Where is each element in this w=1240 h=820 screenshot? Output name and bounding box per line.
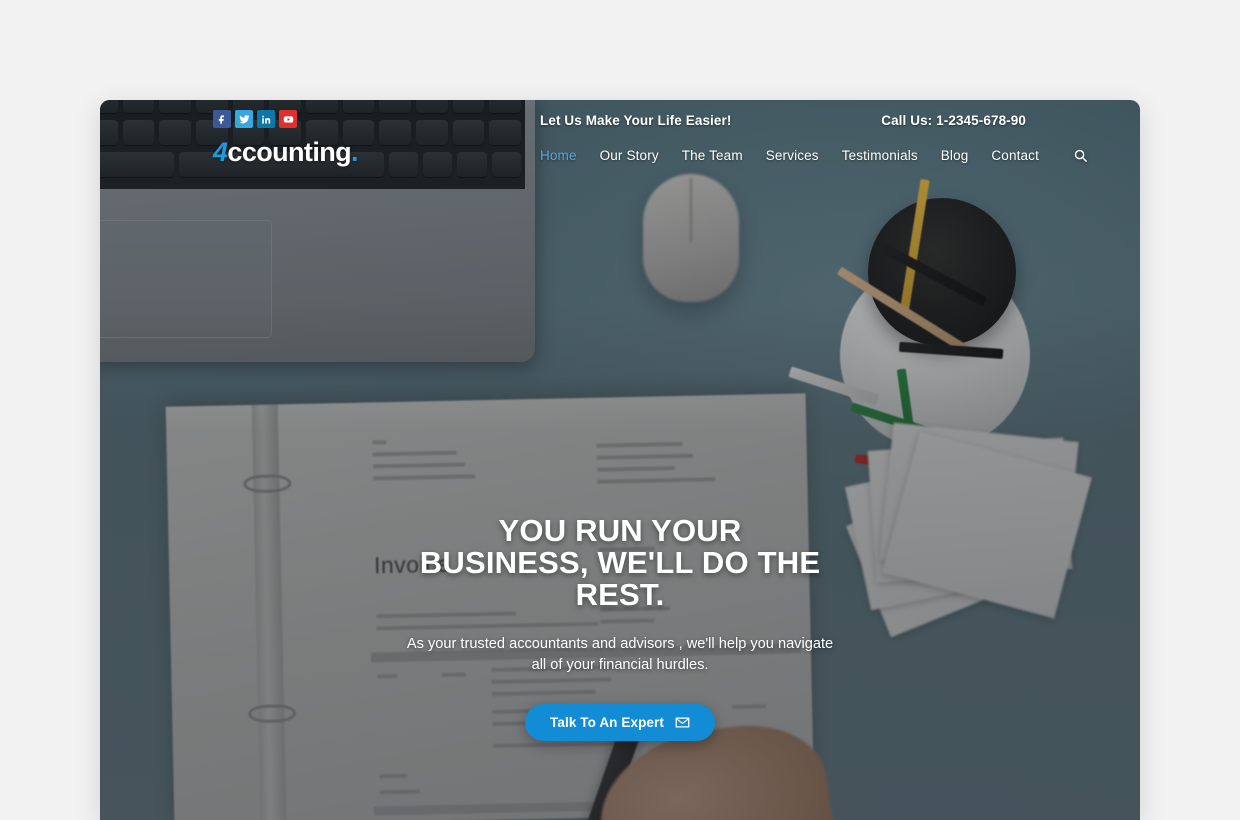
nav-item-our-story[interactable]: Our Story (600, 148, 659, 163)
nav-item-services[interactable]: Services (766, 148, 819, 163)
twitter-icon[interactable] (235, 110, 253, 128)
site-header: Let Us Make Your Life Easier! Call Us: 1… (100, 100, 1140, 190)
phone-number: Call Us: 1-2345-678-90 (881, 113, 1026, 128)
search-icon[interactable] (1070, 144, 1092, 166)
hero-subtitle: As your trusted accountants and advisors… (406, 635, 834, 673)
hero-headline: YOU RUN YOUR BUSINESS, WE'LL DO THE REST… (419, 513, 821, 613)
facebook-icon[interactable] (213, 110, 231, 128)
main-navbar: 4ccounting. Home Our Story The Team Serv… (100, 137, 1140, 190)
nav-item-testimonials[interactable]: Testimonials (842, 148, 918, 163)
talk-to-an-expert-button[interactable]: Talk To An Expert (525, 704, 715, 742)
nav-item-home[interactable]: Home (540, 148, 577, 163)
nav-item-contact[interactable]: Contact (991, 148, 1039, 163)
primary-navigation: Home Our Story The Team Services Testimo… (540, 144, 1092, 166)
linkedin-icon[interactable] (257, 110, 275, 128)
cta-label: Talk To An Expert (550, 715, 664, 731)
logo-word: ccounting (227, 137, 352, 167)
nav-item-the-team[interactable]: The Team (682, 148, 743, 163)
youtube-icon[interactable] (279, 110, 297, 128)
top-utility-bar: Let Us Make Your Life Easier! Call Us: 1… (100, 100, 1140, 140)
logo-dot: . (351, 137, 358, 167)
hero-content: YOU RUN YOUR BUSINESS, WE'LL DO THE REST… (100, 513, 1140, 742)
logo-four: 4 (213, 137, 228, 167)
site-card: Invoice (100, 100, 1140, 820)
social-links (213, 110, 297, 128)
hero-cta-wrapper: Talk To An Expert (100, 704, 1140, 742)
envelope-icon (675, 716, 690, 729)
site-logo[interactable]: 4ccounting. (213, 137, 359, 168)
tagline-text: Let Us Make Your Life Easier! (540, 113, 732, 128)
nav-item-blog[interactable]: Blog (941, 148, 969, 163)
